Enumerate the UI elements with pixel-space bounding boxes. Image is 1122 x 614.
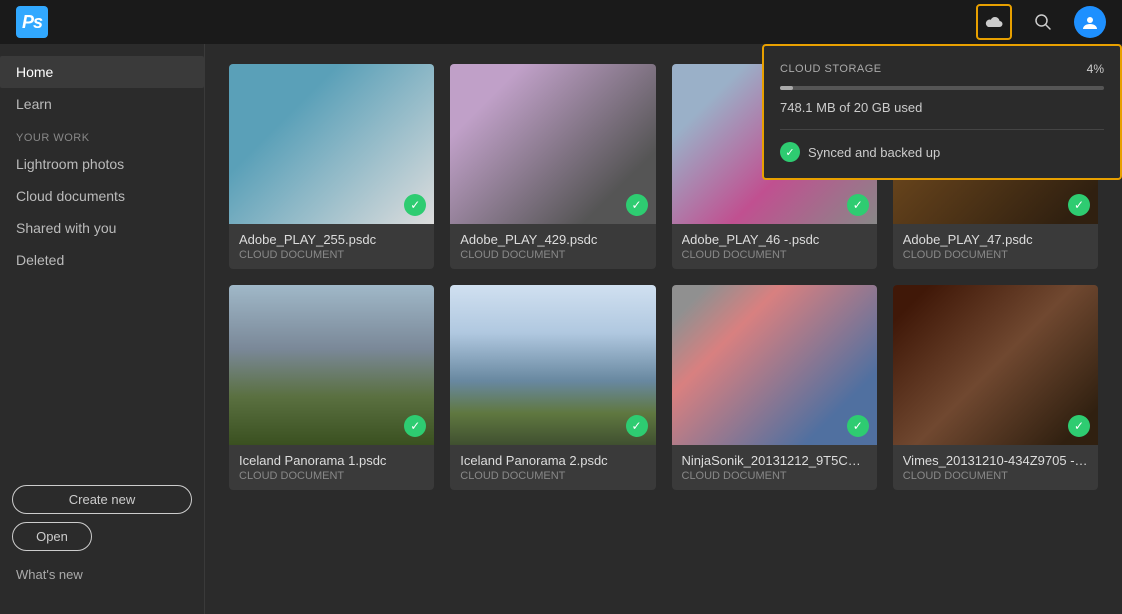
main-layout: Home Learn Your Work Lightroom photos Cl… [0, 44, 1122, 614]
card-1-name: Adobe_PLAY_255.psdc [239, 232, 424, 247]
document-card-2[interactable]: ✓ Adobe_PLAY_429.psdc CLOUD DOCUMENT [450, 64, 655, 269]
card-8-info: Vimes_20131210-434Z9705 - Copy.psdc CLOU… [893, 445, 1098, 490]
card-8-type: CLOUD DOCUMENT [903, 470, 1088, 482]
card-8-thumbnail: ✓ [893, 285, 1098, 445]
sidebar-bottom: Create new Open What's new [0, 473, 204, 602]
cloud-storage-progress-bar-fill [780, 86, 793, 90]
user-avatar[interactable] [1074, 6, 1106, 38]
card-4-check-icon: ✓ [1068, 194, 1090, 216]
cloud-storage-popup: CLOUD STORAGE 4% 748.1 MB of 20 GB used … [762, 44, 1122, 180]
card-3-check-icon: ✓ [847, 194, 869, 216]
card-7-thumbnail: ✓ [672, 285, 877, 445]
card-2-check-icon: ✓ [626, 194, 648, 216]
card-8-check-icon: ✓ [1068, 415, 1090, 437]
card-6-thumbnail: ✓ [450, 285, 655, 445]
document-card-6[interactable]: ✓ Iceland Panorama 2.psdc CLOUD DOCUMENT [450, 285, 655, 490]
cloud-storage-progress-bar-bg [780, 86, 1104, 90]
sidebar-item-cloud-documents[interactable]: Cloud documents [0, 180, 204, 212]
synced-check-icon: ✓ [780, 142, 800, 162]
card-4-info: Adobe_PLAY_47.psdc CLOUD DOCUMENT [893, 224, 1098, 269]
sidebar-item-lightroom-photos[interactable]: Lightroom photos [0, 148, 204, 180]
card-2-name: Adobe_PLAY_429.psdc [460, 232, 645, 247]
cloud-popup-header: CLOUD STORAGE 4% [780, 62, 1104, 76]
document-card-8[interactable]: ✓ Vimes_20131210-434Z9705 - Copy.psdc CL… [893, 285, 1098, 490]
sidebar-your-work-label: Your Work [0, 120, 204, 148]
cloud-popup-title: CLOUD STORAGE [780, 63, 882, 75]
sidebar: Home Learn Your Work Lightroom photos Cl… [0, 44, 205, 614]
card-1-check-icon: ✓ [404, 194, 426, 216]
cloud-popup-status-text: Synced and backed up [808, 145, 940, 160]
card-7-info: NinjaSonik_20131212_9T5C8918 - Copy.psdc… [672, 445, 877, 490]
document-card-7[interactable]: ✓ NinjaSonik_20131212_9T5C8918 - Copy.ps… [672, 285, 877, 490]
card-7-name: NinjaSonik_20131212_9T5C8918 - Copy.psdc [682, 453, 867, 468]
card-1-info: Adobe_PLAY_255.psdc CLOUD DOCUMENT [229, 224, 434, 269]
card-7-type: CLOUD DOCUMENT [682, 470, 867, 482]
cloud-storage-button[interactable] [976, 4, 1012, 40]
cloud-popup-percent: 4% [1087, 62, 1104, 76]
sidebar-item-home[interactable]: Home [0, 56, 204, 88]
create-new-button[interactable]: Create new [12, 485, 192, 514]
sidebar-item-learn[interactable]: Learn [0, 88, 204, 120]
card-2-info: Adobe_PLAY_429.psdc CLOUD DOCUMENT [450, 224, 655, 269]
sidebar-item-shared-with-you[interactable]: Shared with you [0, 212, 204, 244]
topbar: Ps [0, 0, 1122, 44]
card-3-name: Adobe_PLAY_46 -.psdc [682, 232, 867, 247]
card-6-check-icon: ✓ [626, 415, 648, 437]
card-5-info: Iceland Panorama 1.psdc CLOUD DOCUMENT [229, 445, 434, 490]
search-button[interactable] [1028, 7, 1058, 37]
document-card-5[interactable]: ✓ Iceland Panorama 1.psdc CLOUD DOCUMENT [229, 285, 434, 490]
sidebar-nav: Home Learn Your Work Lightroom photos Cl… [0, 56, 204, 473]
sidebar-whats-new[interactable]: What's new [12, 559, 192, 590]
content-area: CLOUD STORAGE 4% 748.1 MB of 20 GB used … [205, 44, 1122, 614]
card-5-type: CLOUD DOCUMENT [239, 470, 424, 482]
cloud-popup-divider [780, 129, 1104, 130]
card-3-info: Adobe_PLAY_46 -.psdc CLOUD DOCUMENT [672, 224, 877, 269]
card-2-type: CLOUD DOCUMENT [460, 249, 645, 261]
card-4-type: CLOUD DOCUMENT [903, 249, 1088, 261]
card-6-info: Iceland Panorama 2.psdc CLOUD DOCUMENT [450, 445, 655, 490]
card-4-name: Adobe_PLAY_47.psdc [903, 232, 1088, 247]
card-5-name: Iceland Panorama 1.psdc [239, 453, 424, 468]
card-8-name: Vimes_20131210-434Z9705 - Copy.psdc [903, 453, 1088, 468]
card-5-thumbnail: ✓ [229, 285, 434, 445]
card-6-type: CLOUD DOCUMENT [460, 470, 645, 482]
card-7-check-icon: ✓ [847, 415, 869, 437]
sidebar-item-deleted[interactable]: Deleted [0, 244, 204, 276]
cloud-popup-status: ✓ Synced and backed up [780, 142, 1104, 162]
open-button[interactable]: Open [12, 522, 92, 551]
topbar-left: Ps [16, 6, 48, 38]
topbar-right [976, 4, 1106, 40]
card-1-type: CLOUD DOCUMENT [239, 249, 424, 261]
card-6-name: Iceland Panorama 2.psdc [460, 453, 645, 468]
card-3-type: CLOUD DOCUMENT [682, 249, 867, 261]
document-card-1[interactable]: ✓ Adobe_PLAY_255.psdc CLOUD DOCUMENT [229, 64, 434, 269]
card-5-check-icon: ✓ [404, 415, 426, 437]
card-2-thumbnail: ✓ [450, 64, 655, 224]
cloud-storage-usage: 748.1 MB of 20 GB used [780, 100, 1104, 115]
ps-logo: Ps [16, 6, 48, 38]
card-1-thumbnail: ✓ [229, 64, 434, 224]
